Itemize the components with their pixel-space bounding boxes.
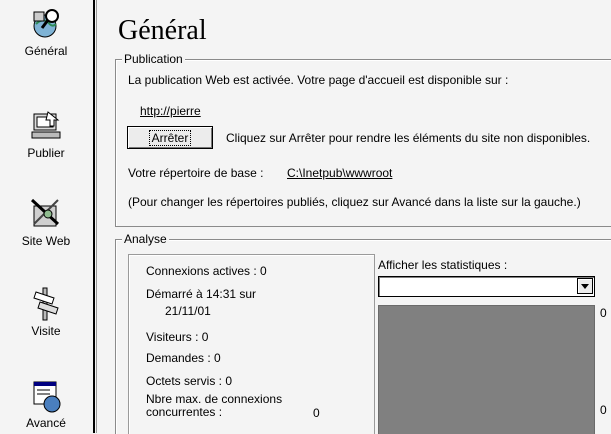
stop-hint-text: Cliquez sur Arrêter pour rendre les élém… xyxy=(226,131,591,145)
website-tools-icon xyxy=(30,198,60,227)
nav-item-label: Publier xyxy=(27,146,65,160)
nav-item-label: Visite xyxy=(31,324,61,338)
max-connections-label: Nbre max. de connexions concurrentes : xyxy=(146,393,282,419)
started-date: 21/11/01 xyxy=(165,304,211,318)
base-dir-label: Votre répertoire de base : xyxy=(128,166,264,180)
stop-button[interactable]: Arrêter xyxy=(127,126,213,149)
base-dir-link[interactable]: C:\Inetpub\wwwroot xyxy=(287,166,392,180)
nav-item-site-web[interactable]: Site Web xyxy=(0,196,92,248)
publish-computer-icon xyxy=(31,111,61,139)
nav-item-visite[interactable]: Visite xyxy=(0,284,92,338)
nav-item-general[interactable]: Général xyxy=(0,6,92,58)
nav-item-label: Avancé xyxy=(26,416,66,430)
chart-top-value: 0 xyxy=(600,306,607,320)
nav-item-avance[interactable]: Avancé xyxy=(0,378,92,430)
analysis-legend: Analyse xyxy=(122,232,169,246)
max-connections-value: 0 xyxy=(313,406,320,420)
started-line1: Démarré à 14:31 sur xyxy=(146,287,257,301)
advanced-window-icon xyxy=(33,381,61,413)
chevron-down-icon xyxy=(581,284,589,289)
stop-button-label: Arrêter xyxy=(148,129,192,146)
advanced-hint-text: (Pour changer les répertoires publiés, c… xyxy=(128,195,581,209)
nav-divider xyxy=(93,0,95,433)
visitors-count: Visiteurs : 0 xyxy=(146,330,209,344)
stats-chart-area xyxy=(378,305,595,434)
requests-count: Demandes : 0 xyxy=(146,351,221,365)
search-globe-icon xyxy=(33,9,59,38)
nav-item-label: Site Web xyxy=(21,234,71,248)
max-connections-line2: concurrentes : xyxy=(146,405,223,419)
publication-legend: Publication xyxy=(122,52,185,66)
stats-select[interactable] xyxy=(378,276,595,297)
dropdown-arrow-button[interactable] xyxy=(577,278,593,294)
signpost-icon xyxy=(33,287,59,321)
publication-status-text: La publication Web est activée. Votre pa… xyxy=(128,73,509,87)
nav-item-publier[interactable]: Publier xyxy=(0,108,92,160)
bytes-served: Octets servis : 0 xyxy=(146,374,233,388)
left-nav: Général Publier Site Web Visite Avancé xyxy=(0,0,92,433)
nav-item-label: Général xyxy=(24,44,68,58)
nav-divider-shadow xyxy=(96,0,97,433)
chart-bottom-value: 0 xyxy=(600,403,607,417)
stats-select-label: Afficher les statistiques : xyxy=(378,258,508,272)
active-connections: Connexions actives : 0 xyxy=(146,264,267,278)
home-url-link[interactable]: http://pierre xyxy=(140,104,201,118)
page-title: Général xyxy=(118,15,207,46)
